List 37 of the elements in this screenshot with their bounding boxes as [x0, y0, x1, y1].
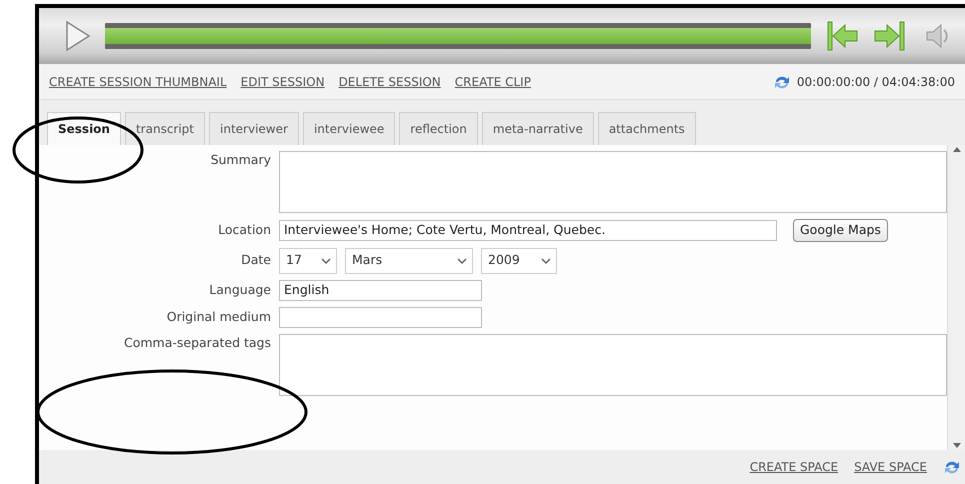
- tab[interactable]: meta-narrative: [482, 112, 594, 145]
- caret-icon: [456, 256, 468, 265]
- text-area[interactable]: [279, 151, 947, 213]
- dropdown[interactable]: Mars: [345, 248, 473, 274]
- text-area[interactable]: [279, 334, 947, 396]
- skip-back-icon[interactable]: [825, 19, 859, 53]
- field-label: Summary: [210, 151, 271, 169]
- caret-icon: [540, 256, 552, 265]
- text-field[interactable]: English: [279, 280, 482, 301]
- progress-track[interactable]: [105, 23, 811, 49]
- maps-button[interactable]: Google Maps: [793, 219, 888, 242]
- timecode: 00:00:00:00 / 04:04:38:00: [796, 74, 955, 90]
- field-label: Language: [208, 280, 271, 299]
- field-label: Date: [240, 251, 271, 270]
- tab[interactable]: transcript: [124, 112, 206, 145]
- toolbar-link[interactable]: EDIT SESSION: [240, 72, 325, 90]
- toolbar-link[interactable]: CREATE CLIP: [454, 72, 531, 90]
- field-label: Original medium: [166, 308, 271, 326]
- play-icon[interactable]: [65, 20, 91, 52]
- skip-forward-icon[interactable]: [873, 19, 907, 53]
- dropdown[interactable]: 2009: [481, 248, 557, 274]
- refresh-icon[interactable]: [943, 459, 961, 475]
- tab[interactable]: attachments: [598, 112, 696, 145]
- text-field[interactable]: [279, 306, 482, 328]
- toolbar-link[interactable]: CREATE SESSION THUMBNAIL: [49, 72, 227, 90]
- field-label: Location: [217, 221, 271, 239]
- field-label: Comma-separated tags: [122, 334, 271, 352]
- footer-link[interactable]: CREATE SPACE: [750, 458, 838, 476]
- dropdown[interactable]: 17: [279, 248, 337, 274]
- caret-icon: [320, 256, 332, 265]
- tab[interactable]: Session: [47, 112, 121, 145]
- tab[interactable]: reflection: [399, 112, 478, 145]
- toolbar-link[interactable]: DELETE SESSION: [338, 72, 441, 90]
- footer-link[interactable]: SAVE SPACE: [854, 458, 927, 476]
- tab[interactable]: interviewee: [302, 112, 396, 145]
- tab[interactable]: interviewer: [209, 112, 299, 145]
- text-field[interactable]: Interviewee's Home; Cote Vertu, Montreal, Quebec.: [279, 220, 777, 241]
